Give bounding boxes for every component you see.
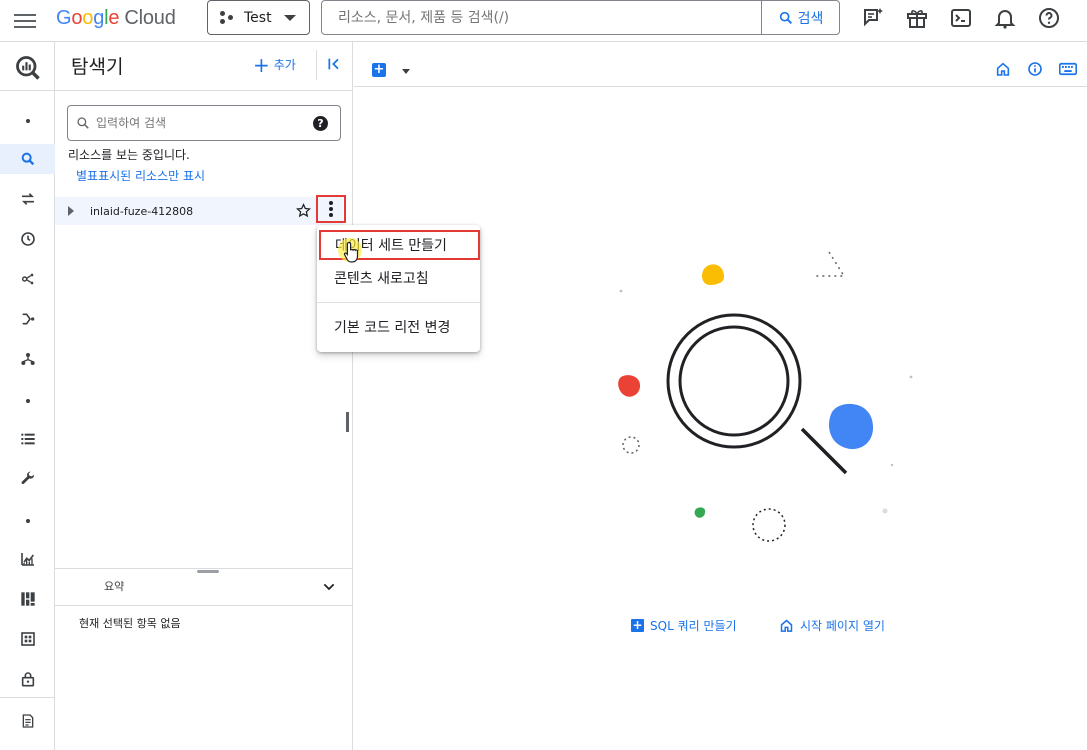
home-icon[interactable] bbox=[995, 61, 1011, 77]
gift-icon[interactable] bbox=[905, 6, 929, 30]
search-icon bbox=[77, 117, 89, 129]
dot-icon bbox=[0, 386, 55, 416]
editor-toolbar: + bbox=[354, 42, 1087, 87]
explorer-search: ? bbox=[67, 105, 341, 141]
star-icon[interactable] bbox=[296, 203, 311, 218]
expand-arrow-icon[interactable] bbox=[68, 206, 74, 216]
chevron-down-icon[interactable] bbox=[321, 579, 337, 595]
show-starred-only-link[interactable]: 별표표시된 리소스만 표시 bbox=[76, 167, 205, 184]
kebab-dot bbox=[329, 213, 333, 217]
release-notes-icon[interactable] bbox=[0, 706, 55, 736]
help-icon[interactable]: ? bbox=[313, 115, 328, 131]
home-icon bbox=[780, 619, 793, 632]
more-actions-button[interactable] bbox=[316, 195, 346, 223]
workflows-icon[interactable] bbox=[0, 344, 55, 374]
chevron-down-icon[interactable] bbox=[402, 69, 410, 74]
keyboard-icon[interactable] bbox=[1059, 61, 1077, 77]
drag-handle[interactable] bbox=[197, 570, 219, 573]
search-icon[interactable] bbox=[0, 144, 55, 174]
explorer-title: 탐색기 bbox=[71, 56, 124, 78]
summary-empty-text: 현재 선택된 항목 없음 bbox=[79, 617, 181, 630]
capacity-icon[interactable] bbox=[0, 624, 55, 654]
menu-icon[interactable] bbox=[14, 10, 36, 30]
divider bbox=[55, 605, 353, 606]
notifications-icon[interactable] bbox=[993, 6, 1017, 30]
chevron-down-icon bbox=[283, 14, 296, 21]
product-nav-rail bbox=[0, 42, 55, 750]
wrench-icon[interactable] bbox=[0, 464, 55, 494]
search-button[interactable]: 검색 bbox=[761, 1, 839, 34]
project-name: Test bbox=[244, 9, 272, 26]
chat-spark-icon[interactable] bbox=[861, 6, 885, 30]
resize-handle[interactable] bbox=[346, 412, 349, 432]
open-home-page-link[interactable]: 시작 페이지 열기 bbox=[779, 617, 885, 634]
list-icon[interactable] bbox=[0, 424, 55, 454]
create-sql-query-link[interactable]: + SQL 쿼리 만들기 bbox=[631, 617, 737, 634]
search-input[interactable] bbox=[322, 1, 761, 34]
lock-icon[interactable] bbox=[0, 664, 55, 694]
kebab-dot bbox=[329, 201, 333, 205]
analytics-hub-icon[interactable] bbox=[0, 264, 55, 294]
divider bbox=[316, 50, 317, 80]
plus-icon: + bbox=[253, 52, 270, 77]
dot-icon bbox=[0, 106, 55, 136]
project-picker[interactable]: Test bbox=[207, 0, 310, 35]
summary-title: 요약 bbox=[104, 580, 125, 593]
open-home-page-label: 시작 페이지 열기 bbox=[800, 619, 885, 633]
add-button[interactable]: + 추가 bbox=[253, 52, 296, 77]
dot-icon bbox=[0, 506, 55, 536]
divider bbox=[55, 90, 353, 91]
empty-state-illustration bbox=[618, 251, 913, 542]
new-tab-button[interactable]: + bbox=[372, 63, 386, 77]
menu-item-refresh-contents[interactable]: 콘텐츠 새로고침 bbox=[317, 263, 480, 293]
hand-cursor-icon bbox=[343, 241, 359, 263]
explorer-panel: 탐색기 + 추가 ? 리소스를 보는 중입니다. 별표표시된 리소스만 표시 i… bbox=[55, 42, 353, 750]
dashboard-icon[interactable] bbox=[0, 584, 55, 614]
dataflow-icon[interactable] bbox=[0, 304, 55, 334]
cloud-shell-icon[interactable] bbox=[949, 6, 973, 30]
help-icon[interactable] bbox=[1037, 6, 1061, 30]
create-sql-query-label: SQL 쿼리 만들기 bbox=[650, 619, 737, 633]
bigquery-logo-icon[interactable] bbox=[0, 53, 55, 83]
menu-item-change-default-region[interactable]: 기본 코드 리전 변경 bbox=[317, 312, 480, 342]
monitoring-icon[interactable] bbox=[0, 544, 55, 574]
search-icon bbox=[779, 11, 792, 24]
project-id[interactable]: inlaid-fuze-412808 bbox=[90, 205, 193, 218]
search-button-label: 검색 bbox=[797, 10, 824, 27]
divider bbox=[55, 568, 353, 569]
collapse-panel-icon[interactable] bbox=[326, 56, 342, 72]
add-button-label: 추가 bbox=[273, 58, 296, 72]
kebab-dot bbox=[329, 207, 333, 211]
info-icon[interactable] bbox=[1027, 61, 1043, 77]
top-bar: GoogleCloud Test 검색 bbox=[0, 0, 1087, 42]
divider bbox=[317, 302, 480, 303]
google-wordmark: Google bbox=[56, 7, 120, 29]
viewing-resources-text: 리소스를 보는 중입니다. bbox=[68, 148, 190, 162]
global-search: 검색 bbox=[321, 0, 840, 35]
transfer-icon[interactable] bbox=[0, 184, 55, 214]
cloud-wordmark: Cloud bbox=[124, 7, 176, 29]
main-content: + + SQL 쿼리 만들기 시작 페이지 열기 bbox=[354, 42, 1087, 750]
history-icon[interactable] bbox=[0, 224, 55, 254]
explorer-search-input[interactable] bbox=[90, 116, 313, 130]
add-box-icon: + bbox=[631, 618, 644, 632]
project-icon bbox=[220, 10, 234, 25]
google-cloud-logo[interactable]: Google Cloud bbox=[56, 7, 176, 30]
